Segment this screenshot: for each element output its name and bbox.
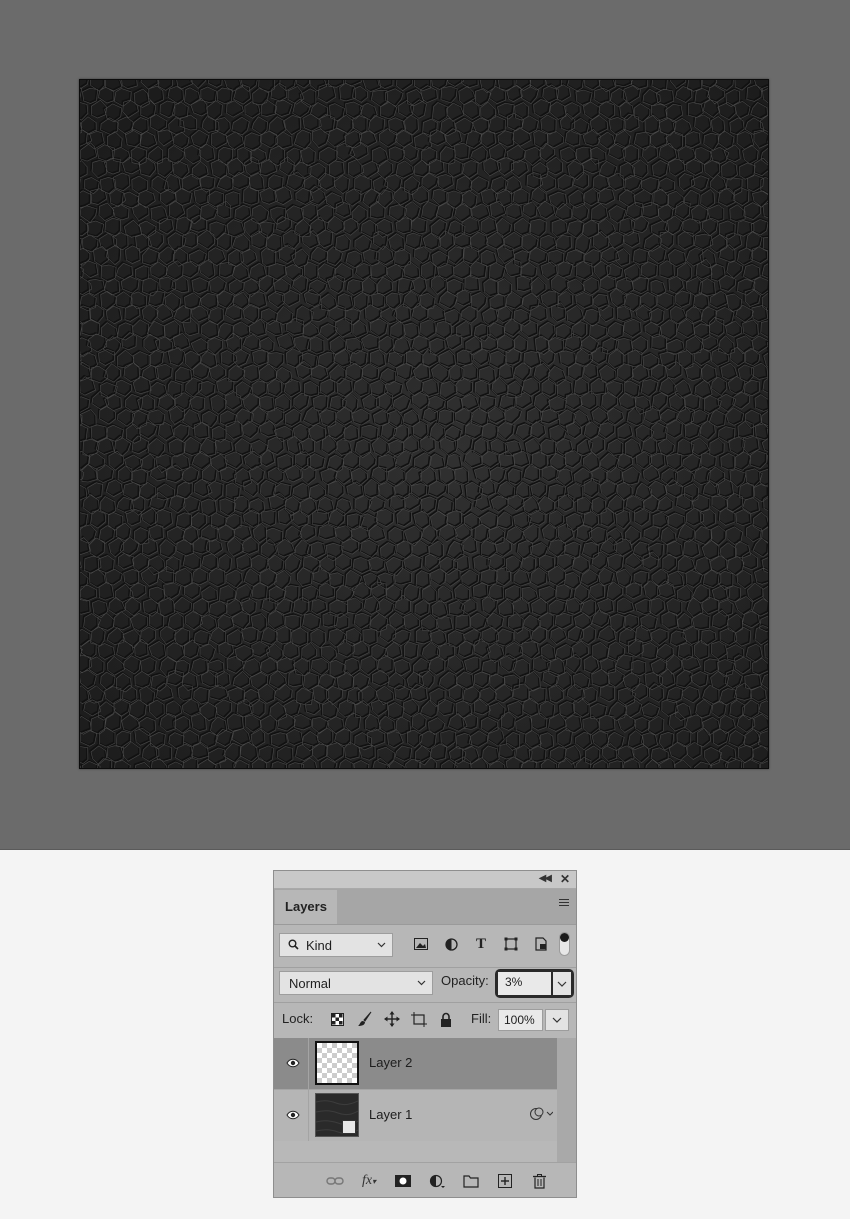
layer-effects-icon[interactable]	[529, 1107, 554, 1126]
blend-row: Normal Opacity: 3%	[274, 968, 576, 1003]
panel-menu-icon[interactable]	[559, 899, 569, 907]
filter-toggle-switch[interactable]	[559, 932, 570, 956]
link-layers-icon[interactable]	[318, 1172, 352, 1190]
smart-object-badge-icon	[342, 1120, 356, 1134]
panel-title-bar: ◀◀ ✕	[274, 871, 576, 889]
adjustment-filter-icon[interactable]	[436, 934, 466, 954]
layer-row-layer-2[interactable]: Layer 2	[274, 1038, 557, 1089]
lock-all-icon[interactable]	[432, 1010, 459, 1028]
blend-mode-value: Normal	[289, 976, 331, 991]
opacity-dropdown-button[interactable]	[553, 972, 571, 995]
layer-thumbnail	[315, 1041, 359, 1085]
fill-label: Fill:	[471, 1011, 492, 1026]
search-icon	[288, 939, 299, 950]
tab-layers[interactable]: Layers	[275, 890, 337, 924]
kind-filter-select[interactable]: Kind	[279, 933, 393, 957]
visibility-eye-icon[interactable]	[286, 1058, 300, 1068]
new-group-icon[interactable]	[454, 1172, 488, 1190]
collapse-panel-icon[interactable]: ◀◀	[539, 872, 552, 886]
lock-artboard-icon[interactable]	[405, 1010, 432, 1028]
fill-input[interactable]: 100%	[498, 1009, 543, 1031]
kind-filter-label: Kind	[306, 938, 333, 953]
layer-thumbnail	[315, 1093, 359, 1137]
layers-panel: ◀◀ ✕ Layers Kind T Normal Opacity: 3% Lo…	[273, 870, 577, 1198]
type-filter-icon[interactable]: T	[466, 934, 496, 954]
chevron-down-icon	[377, 942, 386, 948]
visibility-eye-icon[interactable]	[286, 1110, 300, 1120]
canvas-area	[0, 0, 850, 850]
layer-name[interactable]: Layer 2	[369, 1055, 412, 1070]
opacity-highlight: 3%	[495, 969, 574, 998]
image-filter-icon[interactable]	[406, 934, 436, 954]
new-layer-icon[interactable]	[488, 1172, 522, 1190]
opacity-input[interactable]: 3%	[498, 972, 551, 995]
layer-row-layer-1[interactable]: Layer 1	[274, 1089, 557, 1141]
opacity-label: Opacity:	[441, 973, 489, 988]
fx-icon[interactable]: fx ▾	[352, 1172, 386, 1190]
layers-scrollbar[interactable]	[557, 1038, 576, 1166]
panel-footer: fx ▾	[274, 1162, 576, 1197]
panel-tab-row: Layers	[274, 889, 576, 925]
chevron-down-icon	[552, 1017, 562, 1023]
blend-mode-select[interactable]: Normal	[279, 971, 433, 995]
fill-dropdown-button[interactable]	[545, 1009, 569, 1031]
add-mask-icon[interactable]	[386, 1172, 420, 1190]
document-canvas[interactable]	[79, 79, 769, 769]
lock-position-icon[interactable]	[378, 1010, 405, 1028]
lock-image-pixels-icon[interactable]	[351, 1010, 378, 1028]
leather-texture	[80, 80, 768, 768]
chevron-down-icon	[557, 981, 567, 987]
lock-transparent-pixels-icon[interactable]	[324, 1010, 351, 1028]
adjustment-layer-icon[interactable]	[420, 1172, 454, 1190]
filter-row: Kind T	[274, 924, 576, 967]
delete-layer-icon[interactable]	[522, 1172, 556, 1190]
close-panel-icon[interactable]: ✕	[560, 872, 570, 886]
lock-row: Lock: Fill: 100%	[274, 1003, 576, 1038]
lock-label: Lock:	[282, 1011, 314, 1026]
smart-object-filter-icon[interactable]	[526, 934, 556, 954]
layer-name[interactable]: Layer 1	[369, 1107, 412, 1122]
layers-list: Layer 2 Layer 1	[274, 1038, 576, 1166]
shape-filter-icon[interactable]	[496, 934, 526, 954]
chevron-down-icon	[417, 980, 426, 986]
